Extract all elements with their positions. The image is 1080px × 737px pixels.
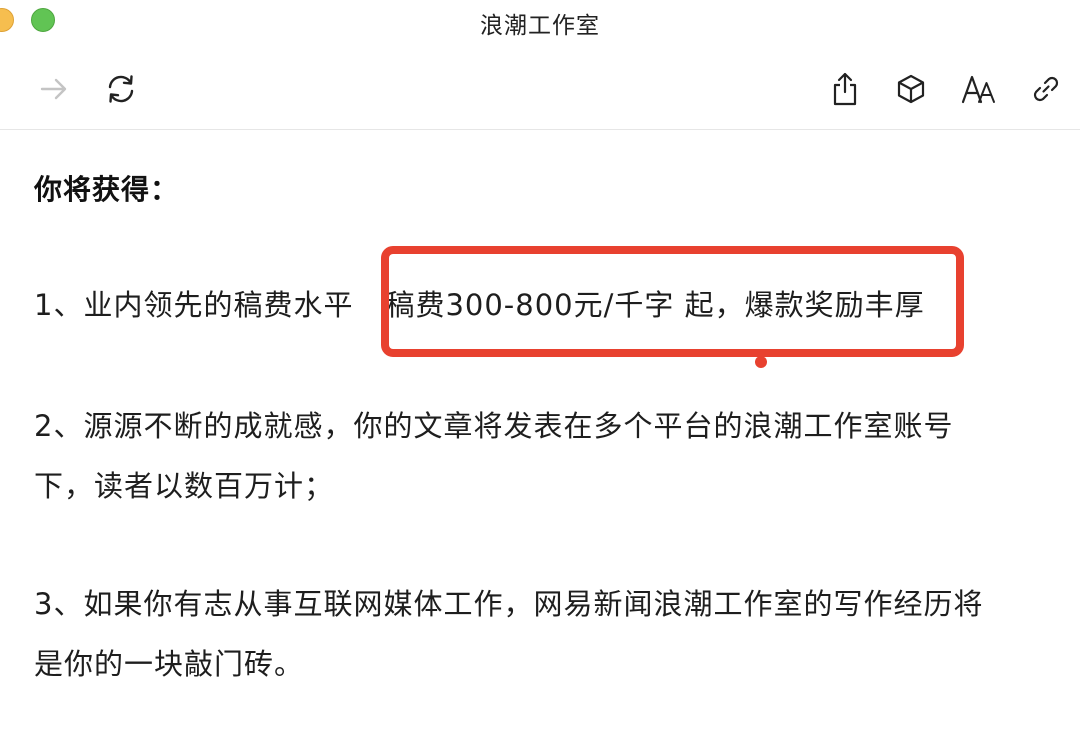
- benefit-item-2-line-2: 下，读者以数百万计；: [34, 469, 335, 503]
- share-icon: [830, 71, 860, 107]
- copy-link-button[interactable]: [1023, 66, 1069, 112]
- share-button[interactable]: [822, 66, 868, 112]
- benefit-item-3-line-2: 是你的一块敲门砖。: [34, 647, 305, 681]
- forward-button[interactable]: [31, 66, 77, 112]
- benefit-item-1-text: 1、业内领先的稿费水平: [34, 288, 354, 322]
- forward-icon: [38, 73, 70, 105]
- cube-icon: [895, 73, 927, 105]
- font-size-icon: [961, 73, 997, 105]
- benefit-item-3: 3、如果你有志从事互联网媒体工作，网易新闻浪潮工作室的写作经历将 是你的一块敲门…: [34, 574, 983, 694]
- toolbar-divider: [0, 129, 1080, 130]
- toolbar: [0, 56, 1080, 122]
- annotation-pointer-dot: [755, 356, 767, 368]
- benefit-item-2: 2、源源不断的成就感，你的文章将发表在多个平台的浪潮工作室账号 下，读者以数百万…: [34, 396, 953, 516]
- browser-window: 浪潮工作室 你将获得： 1、业内领先的稿费水平 稿费300-800元/千字 起，…: [0, 0, 1080, 737]
- font-size-button[interactable]: [956, 66, 1002, 112]
- 3d-view-button[interactable]: [888, 66, 934, 112]
- link-icon: [1030, 73, 1062, 105]
- title-bar: 浪潮工作室: [0, 0, 1080, 44]
- window-title: 浪潮工作室: [480, 13, 600, 39]
- refresh-button[interactable]: [98, 66, 144, 112]
- section-heading: 你将获得：: [34, 173, 180, 206]
- benefit-item-2-line-1: 2、源源不断的成就感，你的文章将发表在多个平台的浪潮工作室账号: [34, 409, 954, 443]
- red-annotation-box: [381, 246, 964, 357]
- benefit-item-3-line-1: 3、如果你有志从事互联网媒体工作，网易新闻浪潮工作室的写作经历将: [34, 587, 984, 621]
- refresh-icon: [104, 72, 138, 106]
